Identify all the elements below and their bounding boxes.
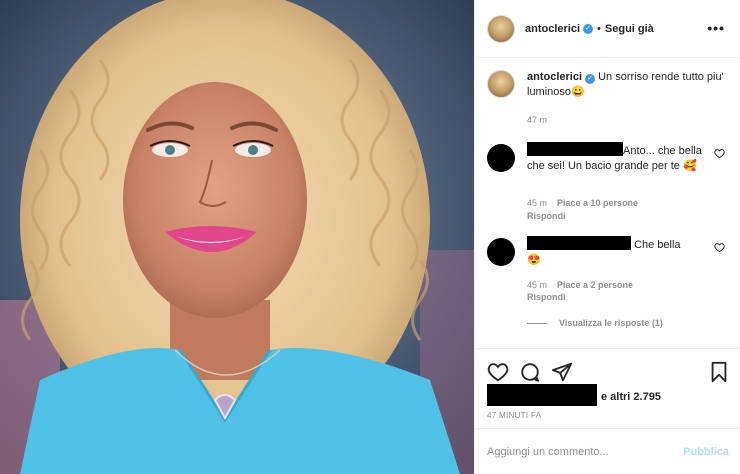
reply-button[interactable]: Rispondi	[527, 211, 566, 221]
redacted-liker	[487, 384, 597, 406]
comment-likes[interactable]: Piace a 10 persone	[557, 198, 638, 208]
post-photo[interactable]	[0, 0, 474, 474]
post-timestamp: 47 MINUTI FA	[487, 411, 542, 420]
likes-summary[interactable]: e altri 2.795	[487, 384, 661, 406]
view-replies-button[interactable]: Visualizza le risposte (1)	[527, 318, 663, 328]
portrait-illustration	[0, 0, 474, 474]
commenter-avatar[interactable]	[487, 238, 515, 266]
reply-button[interactable]: Rispondi	[527, 292, 566, 302]
verified-badge-icon: ✓	[585, 74, 596, 84]
replies-divider	[527, 322, 547, 324]
comment-item: Che bella 😍	[487, 236, 729, 268]
comment-timestamp: 45 m	[527, 198, 548, 208]
like-comment-icon[interactable]	[714, 242, 725, 253]
like-comment-icon[interactable]	[714, 148, 725, 159]
comment-meta: 45 m Piace a 10 persone	[527, 198, 638, 208]
action-bar	[475, 348, 740, 388]
publish-button[interactable]: Pubblica	[683, 446, 729, 458]
comment-text: Che bella 😍	[527, 236, 729, 268]
more-options-icon[interactable]: •••	[707, 20, 725, 36]
likes-count: e altri 2.795	[601, 391, 661, 403]
comment-body: Che bella	[634, 239, 681, 251]
redacted-username	[527, 142, 623, 156]
heart-icon[interactable]	[487, 361, 509, 383]
comment-likes[interactable]: Piace a 2 persone	[557, 280, 633, 290]
commenter-avatar[interactable]	[487, 144, 515, 172]
post-side-panel: antoclerici ✓ • Segui già ••• antocleric…	[474, 0, 740, 474]
verified-badge-icon: ✓	[583, 23, 594, 34]
post-header: antoclerici ✓ • Segui già •••	[475, 0, 740, 58]
following-button[interactable]: Segui già	[605, 23, 654, 35]
post-caption: antoclerici ✓ Un sorriso rende tutto piu'…	[487, 70, 729, 100]
header-separator: •	[597, 22, 601, 35]
comment-icon[interactable]	[519, 361, 541, 383]
caption-timestamp: 47 m	[527, 115, 548, 125]
caption-emoji: 😀	[571, 86, 585, 98]
view-replies-label: Visualizza le risposte (1)	[559, 318, 663, 328]
comment-emoji: 🥰	[682, 160, 697, 172]
comment-input[interactable]	[487, 445, 684, 458]
caption-username[interactable]: antoclerici	[527, 71, 582, 83]
caption-text: antoclerici ✓ Un sorriso rende tutto piu'…	[527, 70, 729, 100]
comment-composer: Pubblica	[475, 428, 740, 474]
comment-text: Anto... che bella che sei! Un bacio gran…	[527, 142, 729, 174]
author-avatar[interactable]	[487, 14, 515, 43]
comment-item: Anto... che bella che sei! Un bacio gran…	[487, 142, 729, 174]
redacted-username	[527, 236, 631, 250]
share-icon[interactable]	[551, 361, 573, 383]
caption-avatar[interactable]	[487, 70, 515, 98]
author-username[interactable]: antoclerici	[525, 23, 580, 35]
comment-meta: 45 m Piace a 2 persone	[527, 280, 633, 290]
bookmark-icon[interactable]	[708, 361, 730, 383]
comment-emoji: 😍	[527, 254, 541, 266]
comment-timestamp: 45 m	[527, 280, 548, 290]
